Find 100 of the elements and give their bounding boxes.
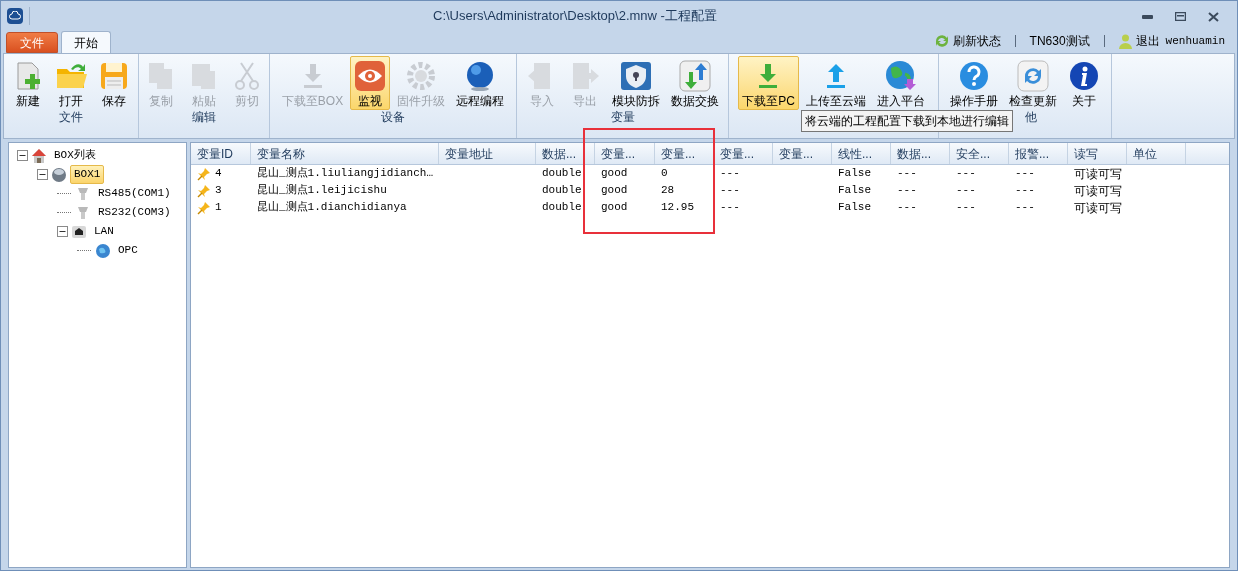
ribbon-button[interactable]: 数据交换 bbox=[667, 56, 723, 110]
table-cell-text: False bbox=[838, 166, 871, 182]
column-header[interactable]: 变量ID bbox=[191, 143, 251, 164]
refresh-status-link[interactable]: 刷新状态 bbox=[952, 32, 1001, 50]
table-cell-text: 可读可写 bbox=[1074, 199, 1122, 217]
ribbon-button: 复制 bbox=[141, 56, 181, 110]
column-header[interactable]: 变量... bbox=[655, 143, 714, 164]
ribbon-button[interactable]: 模块防拆 bbox=[608, 56, 664, 110]
pin-icon bbox=[197, 183, 211, 198]
table-cell-text: --- bbox=[720, 166, 740, 182]
ribbon-button: 下载至BOX bbox=[277, 56, 348, 110]
table-cell-text: --- bbox=[897, 166, 917, 182]
table-cell-text: --- bbox=[720, 183, 740, 199]
table-cell-text: 12.95 bbox=[661, 200, 694, 216]
home-icon bbox=[31, 147, 47, 164]
table-cell-text: False bbox=[838, 200, 871, 216]
tree-item[interactable]: RS232(COM3) bbox=[94, 203, 175, 222]
column-header[interactable]: 线性... bbox=[832, 143, 891, 164]
table-cell-text: 1 bbox=[215, 200, 222, 216]
minimize-icon[interactable] bbox=[1142, 14, 1153, 19]
table-cell-text: --- bbox=[956, 200, 976, 216]
tree-item[interactable]: RS485(COM1) bbox=[94, 184, 175, 203]
table-cell-text: --- bbox=[897, 200, 917, 216]
table-cell-text: 可读可写 bbox=[1074, 165, 1122, 183]
table-cell-text: --- bbox=[897, 183, 917, 199]
app-logo-icon bbox=[7, 7, 23, 24]
column-header[interactable]: 数据... bbox=[536, 143, 595, 164]
column-header[interactable]: 变量... bbox=[773, 143, 832, 164]
column-header[interactable]: 单位 bbox=[1127, 143, 1186, 164]
table-cell-text: 可读可写 bbox=[1074, 182, 1122, 200]
network-icon bbox=[71, 223, 87, 240]
table-cell-text: 昆山_测点1.leijicishu bbox=[257, 183, 387, 199]
column-header[interactable]: 变量... bbox=[714, 143, 773, 164]
table-cell-text: --- bbox=[1015, 166, 1035, 182]
group-label: 他 bbox=[1025, 110, 1037, 124]
tree-item[interactable]: BOX1 bbox=[70, 165, 105, 184]
gear-icon bbox=[405, 60, 438, 92]
collapse-icon[interactable] bbox=[17, 150, 28, 161]
ribbon-button[interactable]: 新建 bbox=[8, 56, 48, 110]
maximize-icon[interactable] bbox=[1175, 12, 1186, 21]
ribbon-button[interactable]: 监视 bbox=[350, 56, 391, 110]
ribbon-button: 剪切 bbox=[227, 56, 267, 110]
ribbon-button[interactable]: 检查更新 bbox=[1005, 56, 1061, 110]
table-cell-text: --- bbox=[1015, 200, 1035, 216]
exchange-icon bbox=[679, 60, 711, 92]
table-cell-text: 4 bbox=[215, 166, 222, 182]
ribbon-button[interactable]: 进入平台 bbox=[872, 56, 929, 110]
column-header[interactable]: 读写 bbox=[1068, 143, 1127, 164]
ribbon-button[interactable]: 远程编程 bbox=[452, 56, 509, 110]
table-cell-text: --- bbox=[956, 183, 976, 199]
table-cell-text: good bbox=[601, 183, 628, 199]
table-cell-text: good bbox=[601, 166, 628, 182]
info-icon bbox=[1068, 60, 1100, 92]
tree-item[interactable]: OPC bbox=[114, 241, 142, 260]
group-label: 设备 bbox=[381, 110, 405, 124]
ribbon-button[interactable]: 保存 bbox=[94, 56, 134, 110]
close-icon[interactable] bbox=[1208, 11, 1219, 22]
pin-icon bbox=[197, 166, 211, 181]
table-cell-text: 3 bbox=[215, 183, 222, 199]
user-icon bbox=[1118, 33, 1132, 49]
table-cell-text: 昆山_测点1.liuliangjidianch… bbox=[257, 166, 434, 182]
ribbon-button: 导出 bbox=[565, 56, 605, 110]
ribbon-button[interactable]: 关于 bbox=[1064, 56, 1104, 110]
ribbon-button[interactable]: 打开 bbox=[51, 56, 91, 110]
device-icon bbox=[51, 166, 67, 183]
pin-icon bbox=[197, 200, 211, 215]
earth-icon bbox=[884, 60, 917, 92]
table-cell-text: --- bbox=[720, 200, 740, 216]
column-header[interactable]: 变量地址 bbox=[439, 143, 536, 164]
table-cell-text: False bbox=[838, 183, 871, 199]
table-cell-text: --- bbox=[956, 166, 976, 182]
column-header[interactable]: 变量... bbox=[595, 143, 655, 164]
serial-port-icon bbox=[75, 185, 91, 202]
ribbon-button[interactable]: 上传至云端 bbox=[801, 56, 870, 110]
ribbon-button: 粘贴 bbox=[184, 56, 224, 110]
table-cell-text: 0 bbox=[661, 166, 668, 182]
column-header[interactable]: 数据... bbox=[891, 143, 950, 164]
serial-port-icon bbox=[75, 204, 91, 221]
refresh-icon bbox=[1017, 60, 1049, 92]
column-header[interactable]: 报警... bbox=[1009, 143, 1068, 164]
tree-item[interactable]: BOX列表 bbox=[50, 146, 100, 165]
table-cell-text: double bbox=[542, 200, 582, 216]
collapse-icon[interactable] bbox=[57, 226, 68, 237]
ribbon-tab[interactable]: 开始 bbox=[61, 31, 111, 53]
eye-icon bbox=[354, 60, 387, 92]
group-label: 编辑 bbox=[192, 110, 216, 124]
table-cell-text: 28 bbox=[661, 183, 675, 199]
ribbon-button[interactable]: 下载至PC bbox=[738, 56, 799, 110]
ribbon-button[interactable]: 操作手册 bbox=[946, 56, 1002, 110]
group-label: 变量 bbox=[610, 110, 635, 124]
table-cell-text: 昆山_测点1.dianchidianya bbox=[257, 200, 407, 216]
column-header[interactable]: 变量名称 bbox=[251, 143, 439, 164]
project-name: TN630测试 bbox=[1029, 33, 1090, 50]
ribbon-button: 导入 bbox=[522, 56, 562, 110]
table-cell-text: double bbox=[542, 166, 582, 182]
tree-item[interactable]: LAN bbox=[90, 222, 118, 241]
collapse-icon[interactable] bbox=[37, 169, 48, 180]
column-header[interactable]: 安全... bbox=[950, 143, 1009, 164]
floppy-icon bbox=[98, 60, 130, 92]
logout-link[interactable]: 退出 bbox=[1135, 32, 1160, 50]
